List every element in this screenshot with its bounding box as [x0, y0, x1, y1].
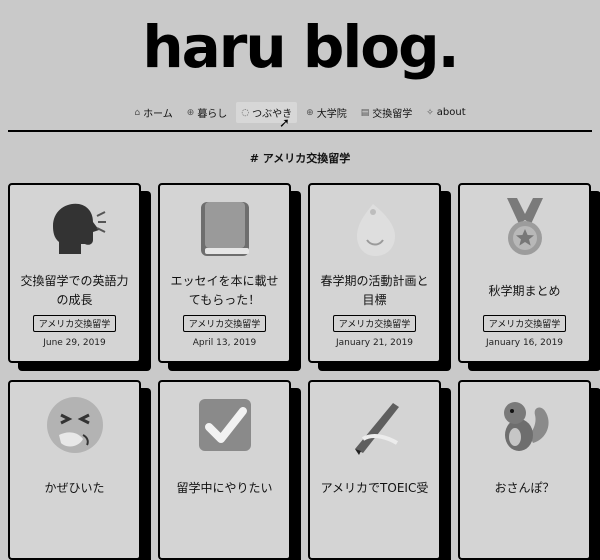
post-tag[interactable]: アメリカ交換留学	[332, 315, 417, 332]
post-title[interactable]: かぜひいた	[10, 468, 139, 508]
post-title[interactable]: 秋学期まとめ	[460, 271, 589, 311]
post-card[interactable]: 春学期の活動計画と目標 アメリカ交換留学 January 21, 2019	[308, 183, 441, 363]
nav-label: 大学院	[316, 109, 347, 120]
post-card[interactable]: かぜひいた	[8, 380, 141, 560]
nav-item-grad-school[interactable]: ⊕ 大学院	[301, 102, 352, 123]
nav-label: about	[436, 107, 466, 118]
post-title[interactable]: 留学中にやりたい	[160, 468, 289, 508]
sparkle-icon: ✧	[426, 107, 434, 118]
nav-item-living[interactable]: ⊕ 暮らし	[182, 102, 233, 123]
post-grid: 交換留学での英語力の成長 アメリカ交換留学 June 29, 2019 エッセイ…	[8, 183, 591, 560]
sprout-icon	[310, 185, 439, 271]
post-card[interactable]: エッセイを本に載せてもらった！ アメリカ交換留学 April 13, 2019	[158, 183, 291, 363]
house-icon: ⌂	[134, 107, 141, 118]
pen-icon	[310, 382, 439, 468]
sneezing-face-icon	[10, 382, 139, 468]
nav-item-home[interactable]: ⌂ ホーム	[129, 102, 177, 123]
post-card[interactable]: おさんぽ？	[458, 380, 591, 560]
post-title[interactable]: おさんぽ？	[460, 468, 589, 508]
post-date: April 13, 2019	[192, 338, 257, 348]
post-card[interactable]: 交換留学での英語力の成長 アメリカ交換留学 June 29, 2019	[8, 183, 141, 363]
mouse-pointer-icon: ➚	[279, 116, 290, 131]
globe-icon: ⊕	[186, 107, 195, 118]
nav-item-exchange[interactable]: ▤ 交換留学	[356, 102, 418, 123]
post-card[interactable]: 秋学期まとめ アメリカ交換留学 January 16, 2019	[458, 183, 591, 363]
post-title[interactable]: エッセイを本に載せてもらった！	[160, 271, 289, 311]
post-date: June 29, 2019	[43, 338, 106, 348]
chipmunk-icon	[460, 382, 589, 468]
post-title[interactable]: アメリカでTOEIC受	[310, 468, 439, 508]
post-card[interactable]: アメリカでTOEIC受	[308, 380, 441, 560]
site-logo[interactable]: haru blog.	[0, 12, 600, 82]
main-nav: ⌂ ホーム ⊕ 暮らし ◌ つぶやき ⊕ 大学院 ▤ 交換留学 ✧ about	[0, 102, 600, 123]
post-tag[interactable]: アメリカ交換留学	[182, 315, 267, 332]
post-date: January 21, 2019	[335, 338, 414, 348]
check-box-icon	[160, 382, 289, 468]
nav-label: 暮らし	[197, 109, 228, 120]
nav-item-about[interactable]: ✧ about	[421, 102, 470, 123]
school-icon: ⊕	[306, 107, 314, 118]
post-tag[interactable]: アメリカ交換留学	[32, 315, 117, 332]
speaking-head-icon	[10, 185, 139, 271]
post-card[interactable]: 留学中にやりたい	[158, 380, 291, 560]
medal-icon	[460, 185, 589, 271]
book-icon	[160, 185, 289, 271]
us-flag-icon: ▤	[360, 107, 370, 118]
nav-label: ホーム	[143, 109, 173, 120]
post-title[interactable]: 春学期の活動計画と目標	[310, 271, 439, 311]
post-date: January 16, 2019	[485, 338, 564, 348]
nav-label: 交換留学	[372, 109, 413, 120]
header-divider	[8, 130, 592, 132]
speech-bubble-icon: ◌	[241, 107, 250, 118]
post-tag[interactable]: アメリカ交換留学	[482, 315, 567, 332]
tag-heading: # アメリカ交換留学	[249, 152, 351, 165]
post-title[interactable]: 交換留学での英語力の成長	[10, 271, 139, 311]
